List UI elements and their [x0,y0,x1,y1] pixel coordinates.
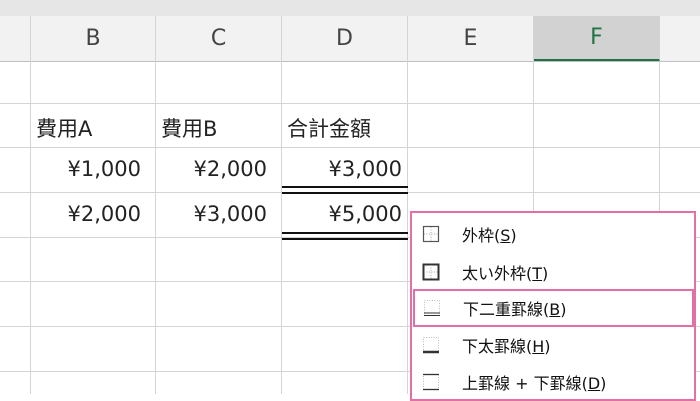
menu-item-label: 外枠(S) [462,226,517,245]
grid-line [0,147,700,148]
top-and-bottom-border-icon [423,373,439,391]
grid-line [30,61,31,394]
column-header-row: B C D E F [0,16,700,62]
column-header-e[interactable]: E [408,16,534,61]
cell-d-row1[interactable]: ¥3,000 [282,157,402,181]
grid-line [281,61,282,394]
menu-item-label: 下太罫線(H) [462,337,551,356]
menu-item-top-and-bottom-border[interactable]: 上罫線 + 下罫線(D) [412,363,694,401]
thick-outside-borders-icon [422,263,440,281]
cell-b-row2[interactable]: ¥2,000 [31,202,141,226]
thick-bottom-border-icon [423,337,439,354]
cell-b-row1[interactable]: ¥1,000 [31,157,141,181]
cell-d-header[interactable]: 合計金額 [287,113,371,143]
column-header-g[interactable] [660,16,700,61]
border-dropdown-menu: 外枠(S) 太い外枠(T) 下二重罫線(B) 下太罫線(H) 上罫線 + 下罫線… [410,211,696,401]
cell-d-row2[interactable]: ¥5,000 [282,202,402,226]
cell-c-row1[interactable]: ¥2,000 [156,157,267,181]
column-header-b[interactable]: B [31,16,156,61]
menu-item-label: 下二重罫線(B) [463,300,567,319]
ribbon-edge [0,0,700,17]
menu-item-label: 太い外枠(T) [462,264,549,283]
cell-c-header[interactable]: 費用B [161,113,217,143]
menu-item-thick-bottom-border[interactable]: 下太罫線(H) [412,326,694,364]
double-border-d-row2 [282,232,408,240]
menu-item-thick-outside-borders[interactable]: 太い外枠(T) [412,253,694,291]
grid-line [407,61,408,394]
menu-item-bottom-double-border[interactable]: 下二重罫線(B) [413,289,694,327]
column-header-d[interactable]: D [282,16,408,61]
menu-item-label: 上罫線 + 下罫線(D) [462,374,607,393]
double-border-d-row1 [282,186,408,194]
menu-item-outside-borders[interactable]: 外枠(S) [412,215,694,253]
grid-line [0,103,700,104]
outside-borders-icon [422,225,440,243]
column-header-c[interactable]: C [156,16,282,61]
cell-c-row2[interactable]: ¥3,000 [156,202,267,226]
bottom-double-border-icon [424,300,440,316]
grid-line [155,61,156,394]
cell-b-header[interactable]: 費用A [36,113,92,143]
column-header-f[interactable]: F [534,16,660,61]
column-header-a[interactable] [0,16,31,61]
